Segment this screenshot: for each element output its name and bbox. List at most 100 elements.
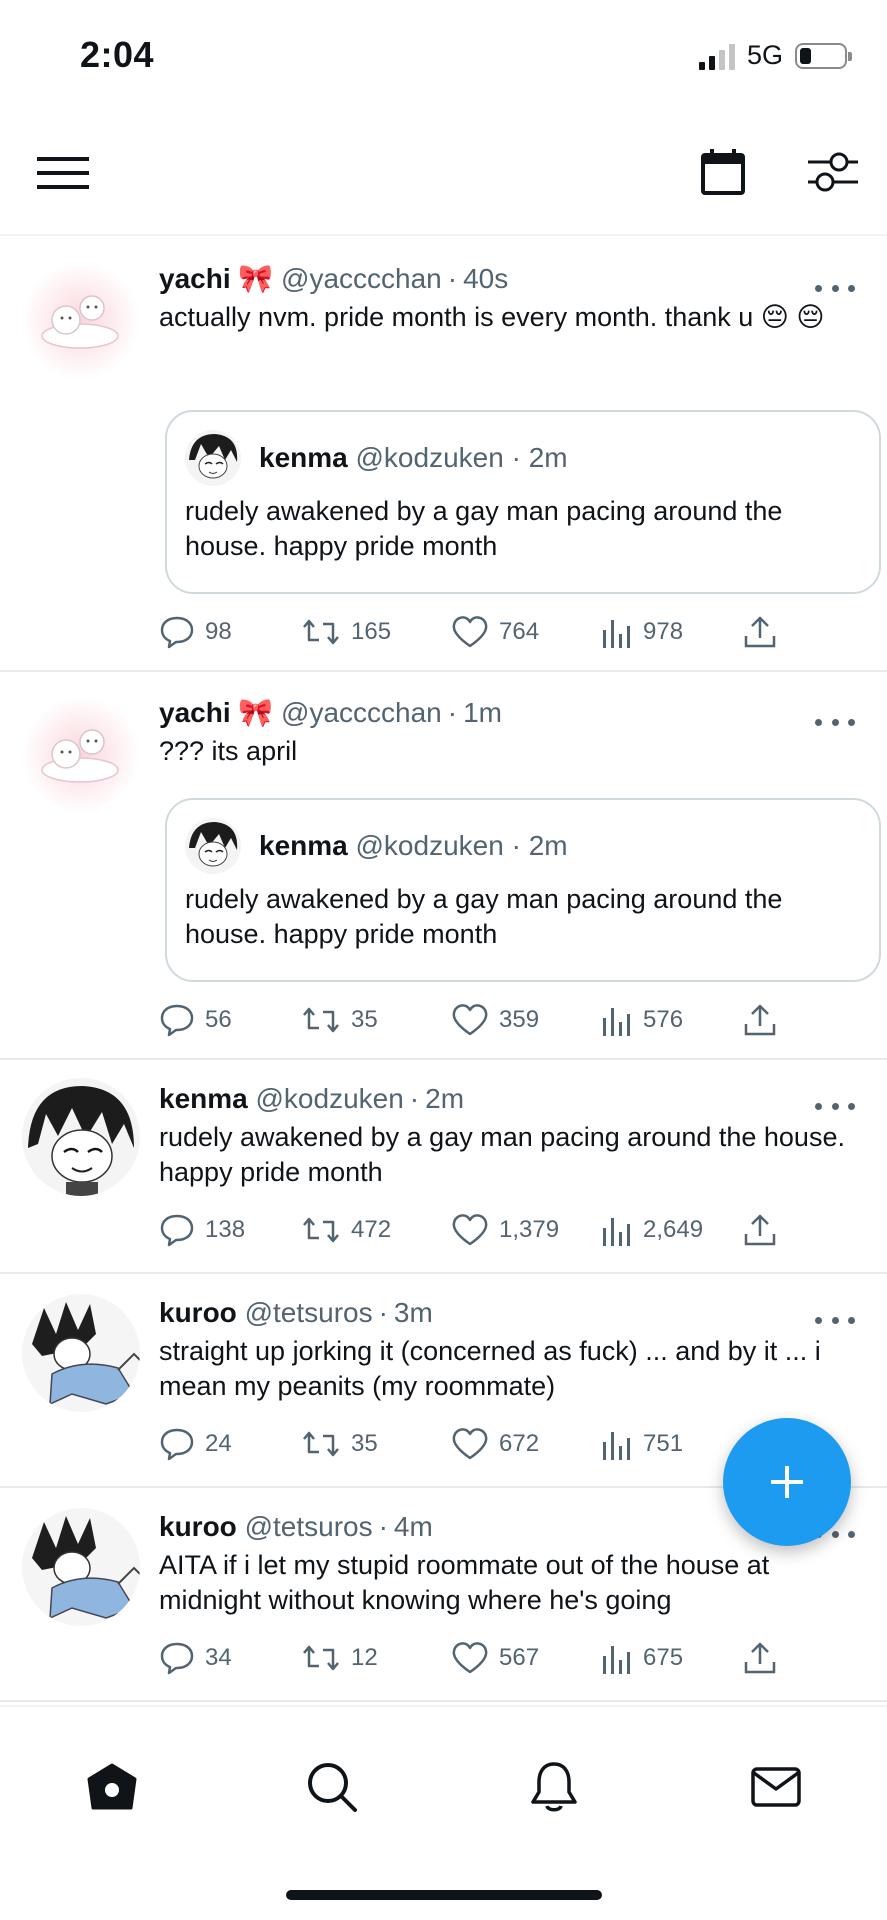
quote-display-name: kenma [259, 442, 348, 473]
tweet-header: yachi 🎀 @yacccchan · 40s [159, 263, 509, 294]
tweet-actions: 98 165 764 978 [159, 612, 799, 652]
heart-icon [452, 1642, 488, 1674]
like-button[interactable]: 764 [451, 612, 539, 652]
mail-icon[interactable] [746, 1757, 806, 1817]
display-name[interactable]: yachi 🎀 [159, 697, 273, 728]
tweet-text: AITA if i let my stupid roommate out of … [159, 1550, 770, 1615]
share-button[interactable] [743, 1638, 777, 1678]
quote-header: kenma @kodzuken · 2m [259, 442, 568, 473]
quote-display-name: kenma [259, 830, 348, 861]
display-name[interactable]: kuroo [159, 1511, 237, 1542]
reply-button[interactable]: 98 [159, 612, 232, 652]
retweet-button[interactable]: 35 [301, 1424, 378, 1464]
retweet-count: 12 [351, 1644, 378, 1671]
home-icon[interactable] [82, 1757, 142, 1817]
quote-handle: @kodzuken [355, 442, 504, 473]
compose-button[interactable] [723, 1418, 851, 1546]
views-icon [603, 1646, 630, 1674]
view-count: 2,649 [643, 1216, 704, 1243]
retweet-button[interactable]: 165 [301, 612, 391, 652]
handle[interactable]: @kodzuken [256, 1083, 404, 1114]
tweet-header: kenma @kodzuken · 2m [159, 1083, 465, 1114]
views-button[interactable]: 751 [601, 1424, 683, 1464]
views-button[interactable]: 978 [601, 612, 683, 652]
handle[interactable]: @yacccchan [281, 697, 442, 728]
more-icon[interactable] [815, 278, 855, 298]
status-indicators: 5G [698, 40, 852, 71]
reply-button[interactable]: 24 [159, 1424, 232, 1464]
reply-button[interactable]: 138 [159, 1210, 245, 1250]
status-bar: 2:04 5G [0, 0, 887, 110]
tweet-text: straight up jorking it (concerned as fuc… [159, 1336, 821, 1401]
share-button[interactable] [743, 612, 777, 652]
views-icon [603, 1432, 630, 1460]
network-label: 5G [746, 40, 783, 70]
avatar[interactable] [22, 1294, 140, 1412]
quote-avatar [185, 430, 241, 486]
like-button[interactable]: 1,379 [451, 1210, 559, 1250]
handle[interactable]: @yacccchan [281, 263, 442, 294]
share-button[interactable] [743, 1210, 777, 1250]
timestamp: 40s [463, 263, 509, 294]
views-button[interactable]: 2,649 [601, 1210, 703, 1250]
tweet[interactable]: yachi 🎀 @yacccchan · 40s actually nvm. pri… [0, 238, 887, 672]
timestamp: 2m [425, 1083, 465, 1114]
more-icon[interactable] [815, 1310, 855, 1330]
retweet-button[interactable]: 35 [301, 1000, 378, 1040]
retweet-button[interactable]: 12 [301, 1638, 378, 1678]
tweet[interactable]: yachi 🎀 @yacccchan · 1m ??? its april kenm… [0, 672, 887, 1060]
battery-icon [795, 42, 852, 69]
timestamp: 1m [463, 697, 502, 728]
like-button[interactable]: 567 [451, 1638, 539, 1678]
more-icon[interactable] [815, 712, 855, 732]
like-count: 359 [499, 1006, 540, 1033]
display-name[interactable]: yachi 🎀 [159, 263, 273, 294]
avatar[interactable] [22, 1078, 140, 1196]
handle[interactable]: @tetsuros [245, 1511, 373, 1542]
reply-button[interactable]: 34 [159, 1638, 232, 1678]
views-icon [603, 1008, 630, 1036]
heart-icon [452, 1214, 488, 1246]
retweet-count: 472 [351, 1216, 392, 1243]
display-name[interactable]: kenma [159, 1083, 248, 1114]
share-button[interactable] [743, 1000, 777, 1040]
tweet[interactable]: kenma @kodzuken · 2m rudely awakened by a … [0, 1060, 887, 1274]
quote-tweet[interactable]: kenma @kodzuken · 2m rudely awakened by … [165, 798, 881, 982]
tweet-actions: 24 35 672 751 [159, 1424, 799, 1464]
calendar-icon[interactable] [698, 146, 748, 198]
view-count: 751 [643, 1430, 684, 1457]
search-icon[interactable] [302, 1757, 362, 1817]
home-indicator [286, 1890, 602, 1900]
reply-count: 34 [205, 1644, 232, 1671]
retweet-count: 165 [351, 618, 392, 645]
tweet-text: actually nvm. pride month is every month… [159, 302, 825, 332]
reply-icon [160, 1004, 194, 1037]
retweet-button[interactable]: 472 [301, 1210, 391, 1250]
view-count: 978 [643, 618, 684, 645]
avatar[interactable] [22, 696, 140, 814]
like-count: 672 [499, 1430, 540, 1457]
views-button[interactable]: 576 [601, 1000, 683, 1040]
tweet-text: rudely awakened by a gay man pacing arou… [159, 1122, 845, 1187]
quote-tweet[interactable]: kenma @kodzuken · 2m rudely awakened by … [165, 410, 881, 594]
reply-button[interactable]: 56 [159, 1000, 232, 1040]
handle[interactable]: @tetsuros [245, 1297, 373, 1328]
like-button[interactable]: 359 [451, 1000, 539, 1040]
quote-timestamp: 2m [528, 830, 568, 861]
quote-text: rudely awakened by a gay man pacing arou… [185, 496, 783, 561]
avatar[interactable] [22, 262, 140, 380]
views-button[interactable]: 675 [601, 1638, 683, 1678]
quote-timestamp: 2m [528, 442, 568, 473]
tweet-header: yachi 🎀 @yacccchan · 1m [159, 697, 502, 728]
display-name[interactable]: kuroo [159, 1297, 237, 1328]
bell-icon[interactable] [524, 1757, 584, 1817]
quote-text: rudely awakened by a gay man pacing arou… [185, 884, 783, 949]
more-icon[interactable] [815, 1096, 855, 1116]
hamburger-icon[interactable] [34, 150, 92, 196]
like-button[interactable]: 672 [451, 1424, 539, 1464]
quote-handle: @kodzuken [355, 830, 504, 861]
sliders-icon[interactable] [804, 146, 860, 198]
bottom-nav [0, 1705, 887, 1920]
share-icon [744, 616, 776, 648]
avatar[interactable] [22, 1508, 140, 1626]
